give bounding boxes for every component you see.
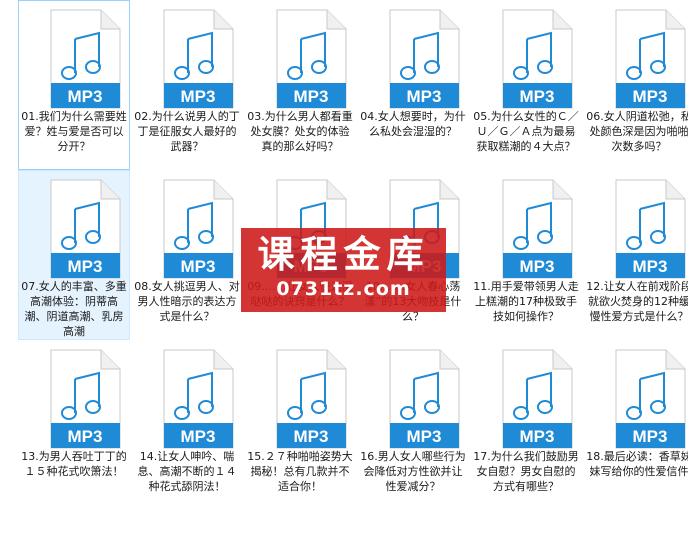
file-item[interactable]: MP3 01.我们为什么需要姓爱？姓与爱是否可以分开？	[18, 0, 130, 170]
file-name: 18.最后必读：香草妹妹写给你的性爱信件	[586, 450, 688, 478]
mp3-file-icon: MP3	[501, 349, 573, 449]
file-name: 10.……女人春心荡漾”的13大吻技是什么？	[364, 280, 462, 323]
file-item[interactable]: MP3 18.最后必读：香草妹妹写给你的性爱信件	[583, 340, 688, 510]
mp3-file-icon: MP3	[614, 179, 686, 279]
mp3-file-icon: MP3	[49, 9, 121, 109]
mp3-file-icon: MP3	[162, 179, 234, 279]
file-item[interactable]: MP3 08.女人挑逗男人、对男人性暗示的表达方式是什么？	[131, 170, 243, 340]
file-item[interactable]: MP3 05.为什么女性的Ｃ／Ｕ／Ｇ／Ａ点为最易获取糕潮的４大点？	[470, 0, 582, 170]
file-type-label: MP3	[181, 257, 216, 276]
file-type-label: MP3	[633, 87, 668, 106]
file-name: 02.为什么说男人的丁丁是征服女人最好的武器？	[134, 110, 240, 153]
mp3-file-icon: MP3	[501, 9, 573, 109]
file-type-label: MP3	[181, 87, 216, 106]
file-type-label: MP3	[633, 427, 668, 446]
file-name: 16.男人女人哪些行为会降低对方性欲并让性爱减分？	[360, 450, 466, 493]
file-item[interactable]: MP3 14.让女人呻吟、喘息、高潮不断的１４种花式舔阴法！	[131, 340, 243, 510]
file-type-label: MP3	[520, 87, 555, 106]
file-item[interactable]: MP3 17.为什么我们鼓励男女自慰？男女自慰的方式有哪些？	[470, 340, 582, 510]
file-name: 09.……让女人快速湿哒哒的诀窍是什么？	[247, 280, 353, 308]
file-item[interactable]: MP3 11.用手爱带领男人走上糕潮的17种极致手技如何操作？	[470, 170, 582, 340]
file-type-label: MP3	[407, 87, 442, 106]
file-name: 11.用手爱带领男人走上糕潮的17种极致手技如何操作？	[473, 280, 579, 323]
file-name: 07.女人的丰富、多重高潮体验：阴蒂高潮、阴道高潮、乳房高潮	[21, 280, 127, 338]
mp3-file-icon: MP3	[501, 179, 573, 279]
file-type-label: MP3	[407, 257, 442, 276]
file-item[interactable]: MP3 16.男人女人哪些行为会降低对方性欲并让性爱减分？	[357, 340, 469, 510]
file-name: 15.２７种啪啪姿势大揭秘！总有几款并不适合你！	[247, 450, 353, 493]
file-item[interactable]: MP3 09.……让女人快速湿哒哒的诀窍是什么？	[244, 170, 356, 340]
mp3-file-icon: MP3	[388, 179, 460, 279]
mp3-file-icon: MP3	[614, 349, 686, 449]
file-name: 13.为男人吞吐丁丁的１５种花式吹箫法！	[21, 450, 127, 478]
file-name: 06.女人阴道松弛，私处颜色深是因为啪啪次数多吗？	[586, 110, 688, 153]
file-type-label: MP3	[68, 427, 103, 446]
file-item[interactable]: MP3 13.为男人吞吐丁丁的１５种花式吹箫法！	[18, 340, 130, 510]
file-name: 01.我们为什么需要姓爱？姓与爱是否可以分开？	[21, 110, 127, 153]
mp3-file-icon: MP3	[614, 9, 686, 109]
mp3-file-icon: MP3	[388, 349, 460, 449]
file-name: 17.为什么我们鼓励男女自慰？男女自慰的方式有哪些？	[473, 450, 579, 493]
file-type-label: MP3	[181, 427, 216, 446]
file-grid: MP3 01.我们为什么需要姓爱？姓与爱是否可以分开？ MP3 02.为什么说男人的丁…	[0, 0, 688, 534]
file-type-label: MP3	[520, 427, 555, 446]
mp3-file-icon: MP3	[388, 9, 460, 109]
file-type-label: MP3	[68, 87, 103, 106]
file-item[interactable]: MP3 04.女人想要时，为什么私处会湿湿的？	[357, 0, 469, 170]
file-type-label: MP3	[294, 257, 329, 276]
file-type-label: MP3	[407, 427, 442, 446]
mp3-file-icon: MP3	[162, 349, 234, 449]
file-item[interactable]: MP3 03.为什么男人都看重处女膜？处女的体验真的那么好吗？	[244, 0, 356, 170]
mp3-file-icon: MP3	[162, 9, 234, 109]
file-type-label: MP3	[520, 257, 555, 276]
mp3-file-icon: MP3	[275, 179, 347, 279]
file-type-label: MP3	[633, 257, 668, 276]
mp3-file-icon: MP3	[49, 349, 121, 449]
file-item[interactable]: MP3 10.……女人春心荡漾”的13大吻技是什么？	[357, 170, 469, 340]
mp3-file-icon: MP3	[49, 179, 121, 279]
file-item[interactable]: MP3 07.女人的丰富、多重高潮体验：阴蒂高潮、阴道高潮、乳房高潮	[18, 170, 130, 340]
file-item[interactable]: MP3 02.为什么说男人的丁丁是征服女人最好的武器？	[131, 0, 243, 170]
file-name: 03.为什么男人都看重处女膜？处女的体验真的那么好吗？	[247, 110, 353, 153]
file-name: 05.为什么女性的Ｃ／Ｕ／Ｇ／Ａ点为最易获取糕潮的４大点？	[473, 110, 579, 153]
file-type-label: MP3	[68, 257, 103, 276]
file-type-label: MP3	[294, 427, 329, 446]
mp3-file-icon: MP3	[275, 9, 347, 109]
file-name: 04.女人想要时，为什么私处会湿湿的？	[360, 110, 466, 138]
mp3-file-icon: MP3	[275, 349, 347, 449]
file-item[interactable]: MP3 12.让女人在前戏阶段就欲火焚身的12种缓慢性爱方式是什么？	[583, 170, 688, 340]
file-name: 08.女人挑逗男人、对男人性暗示的表达方式是什么？	[134, 280, 240, 323]
file-name: 12.让女人在前戏阶段就欲火焚身的12种缓慢性爱方式是什么？	[586, 280, 688, 323]
file-name: 14.让女人呻吟、喘息、高潮不断的１４种花式舔阴法！	[137, 450, 237, 493]
file-item[interactable]: MP3 15.２７种啪啪姿势大揭秘！总有几款并不适合你！	[244, 340, 356, 510]
file-type-label: MP3	[294, 87, 329, 106]
file-item[interactable]: MP3 06.女人阴道松弛，私处颜色深是因为啪啪次数多吗？	[583, 0, 688, 170]
